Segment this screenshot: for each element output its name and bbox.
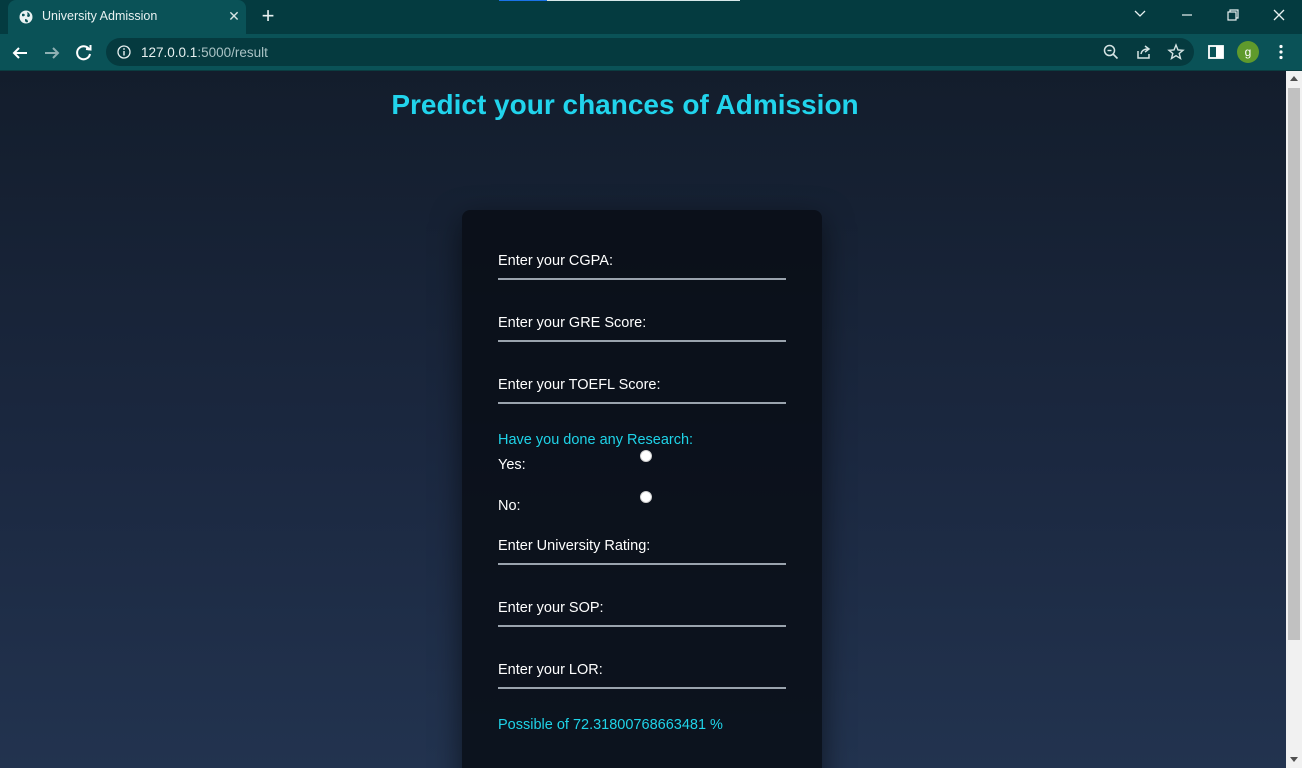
research-no-radio[interactable] [640,491,652,503]
share-icon[interactable] [1135,43,1153,61]
new-tab-button[interactable]: + [257,5,279,28]
sop-field[interactable]: Enter your SOP: [498,593,786,627]
menu-dots-icon[interactable] [1272,43,1290,61]
research-label: Have you done any Research: [498,432,694,448]
site-info-icon[interactable] [117,45,131,59]
tab-search-icon[interactable] [1117,0,1163,32]
scroll-thumb[interactable] [1288,88,1300,640]
university-rating-field[interactable]: Enter University Rating: [498,531,786,565]
url-host: 127.0.0.1 [141,45,198,60]
url-path: :5000/result [197,45,268,60]
back-arrow-icon[interactable] [8,41,32,65]
gre-label: Enter your GRE Score: [498,315,647,331]
loading-indicator-track [547,0,740,1]
minimize-icon[interactable] [1164,0,1210,32]
forward-arrow-icon[interactable] [40,41,64,65]
browser-tab[interactable]: University Admission ✕ [8,0,246,34]
side-panel-icon[interactable] [1207,43,1225,61]
globe-icon [19,10,33,24]
sop-label: Enter your SOP: [498,600,604,616]
lor-label: Enter your LOR: [498,662,603,678]
address-bar[interactable]: 127.0.0.1:5000/result [106,38,1194,66]
research-no-label: No: [498,498,521,514]
close-tab-icon[interactable]: ✕ [226,8,242,24]
cgpa-field[interactable]: Enter your CGPA: [498,246,786,280]
reload-icon[interactable] [72,41,96,65]
toefl-field[interactable]: Enter your TOEFL Score: [498,370,786,404]
url-text: 127.0.0.1:5000/result [141,45,268,60]
research-yes-radio[interactable] [640,450,652,462]
prediction-form: Enter your CGPA: Enter your GRE Score: E… [462,210,822,768]
prediction-result: Possible of 72.31800768663481 % [498,717,723,733]
scroll-up-icon[interactable] [1290,76,1298,81]
lor-field[interactable]: Enter your LOR: [498,655,786,689]
tab-title: University Admission [42,9,158,23]
profile-avatar[interactable]: g [1237,41,1259,63]
close-window-icon[interactable] [1256,0,1302,32]
cgpa-label: Enter your CGPA: [498,253,613,269]
research-yes-label: Yes: [498,457,526,473]
tab-strip: University Admission ✕ + [0,0,1302,34]
browser-toolbar: 127.0.0.1:5000/result [0,34,1302,70]
restore-icon[interactable] [1210,0,1256,32]
scroll-down-icon[interactable] [1290,757,1298,762]
bookmark-star-icon[interactable] [1167,43,1185,61]
loading-indicator [499,0,547,1]
toefl-label: Enter your TOEFL Score: [498,377,661,393]
university-rating-label: Enter University Rating: [498,538,651,554]
page-title: Predict your chances of Admission [391,89,859,120]
gre-field[interactable]: Enter your GRE Score: [498,308,786,342]
page-scrollbar[interactable] [1286,71,1302,768]
page-viewport: Predict your chances of Admission Enter … [0,71,1286,768]
zoom-icon[interactable] [1102,43,1120,61]
